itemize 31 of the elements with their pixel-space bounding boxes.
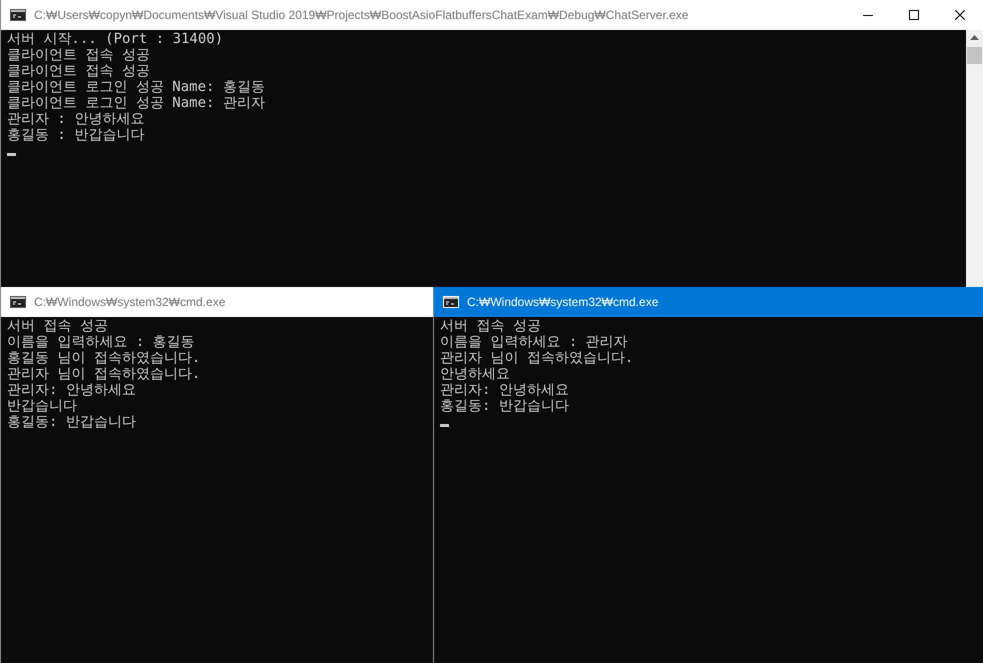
console-icon bbox=[10, 296, 26, 308]
maximize-icon bbox=[909, 10, 919, 20]
console-line: 클라이언트 로그인 성공 Name: 관리자 bbox=[7, 95, 265, 111]
console-line: 관리자 님이 접속하였습니다. bbox=[7, 366, 200, 382]
console-line: 클라이언트 로그인 성공 Name: 홍길동 bbox=[7, 79, 265, 95]
console-line: 반갑습니다 bbox=[7, 398, 77, 414]
console-line: 서버 접속 성공 bbox=[7, 318, 108, 334]
console-line: 서버 접속 성공 bbox=[440, 318, 541, 334]
console-line: 관리자 님이 접속하였습니다. bbox=[440, 350, 634, 366]
scrollbar[interactable] bbox=[966, 30, 983, 287]
window-title: C:₩Windows₩system32₩cmd.exe bbox=[34, 295, 226, 309]
console-line: 관리자: 안녕하세요 bbox=[7, 382, 136, 398]
console-icon bbox=[10, 9, 26, 21]
console-line: 서버 시작... (Port : 31400) bbox=[7, 31, 224, 47]
console-line: 클라이언트 접속 성공 bbox=[7, 63, 150, 79]
window-title: C:₩Windows₩system32₩cmd.exe bbox=[467, 295, 660, 309]
console-line: 홍길동: 반갑습니다 bbox=[7, 414, 136, 430]
console-line: 홍길동 : 반갑습니다 bbox=[7, 127, 144, 143]
console-line: 안녕하세요 bbox=[440, 366, 510, 382]
console-line: 클라이언트 접속 성공 bbox=[7, 47, 150, 63]
console-line: 이름을 입력하세요 : 관리자 bbox=[440, 334, 628, 350]
console-line: 이름을 입력하세요 : 홍길동 bbox=[7, 334, 195, 350]
window-title: C:₩Users₩copyn₩Documents₩Visual Studio 2019₩Projects₩BoostAsioFlatbuffersChatExam₩Debug₩ChatServer.exe bbox=[34, 8, 690, 22]
console-line: 관리자: 안녕하세요 bbox=[440, 382, 569, 398]
scrollbar-thumb[interactable] bbox=[967, 47, 982, 64]
up-arrow-icon[interactable] bbox=[970, 35, 979, 40]
console-line: 홍길동 님이 접속하였습니다. bbox=[7, 350, 200, 366]
console-icon bbox=[443, 296, 459, 308]
console-line: 홍길동: 반갑습니다 bbox=[440, 398, 569, 414]
console-line: 관리자 : 안녕하세요 bbox=[7, 111, 144, 127]
close-icon bbox=[955, 10, 965, 20]
